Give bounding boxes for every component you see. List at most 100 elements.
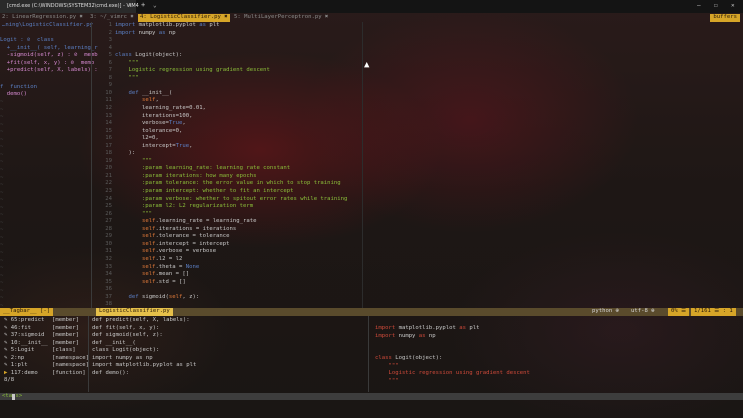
code-line: self.verbose = verbose <box>141 248 217 255</box>
tag-result-row[interactable]: ✎ 10:__init__ [member] def __init__( <box>4 339 136 348</box>
tag-result-row[interactable]: ✎ 2:np [namespace] import numpy as np <box>4 354 153 363</box>
empty-line-marker: ~ <box>0 182 4 189</box>
line-number: 13 <box>105 112 112 119</box>
result-icon: ✎ <box>4 324 11 331</box>
result-kind: [namespace] <box>52 354 90 361</box>
code-line: """ <box>115 74 139 81</box>
tab-logistic-classifier[interactable]: 4: LogisticClassifier.py ✖ <box>138 14 230 22</box>
terminal-tab[interactable]: [cmd.exe (C:\WINDOWS\SYSTEM32\cmd.exe)] … <box>0 0 139 13</box>
line-number: 36 <box>105 286 112 293</box>
empty-line-marker: ~ <box>0 265 4 272</box>
preview-separator <box>368 316 369 392</box>
result-signature: def fit(self, x, y): <box>92 324 160 331</box>
tag-result-row[interactable]: ✎ 37:sigmoid [member] def sigmoid(self, z… <box>4 332 163 340</box>
result-icon: ✎ <box>4 339 11 346</box>
line-number: 19 <box>105 157 112 164</box>
code-line: self.tolerance = tolerance <box>141 233 230 240</box>
colorcolumn <box>362 22 363 308</box>
result-kind: [member] <box>52 317 79 323</box>
tab-dropdown-icon[interactable]: ⌄ <box>153 2 157 10</box>
preview-line: """ <box>375 377 399 384</box>
maximize-button[interactable]: ☐ <box>714 2 718 10</box>
tag-result-row[interactable]: ✎ 5:Logit [class] class Logit(object): <box>4 347 159 355</box>
line-number: 15 <box>105 127 112 134</box>
result-signature: import matplotlib.pyplot as plt <box>92 362 197 369</box>
minimize-button[interactable]: — <box>697 2 701 10</box>
empty-line-marker: ~ <box>0 250 4 256</box>
tab-linear-regression[interactable]: 2: LinearRegression.py ✖ <box>2 14 83 22</box>
preview-line: """ <box>375 362 399 369</box>
code-line: :param learning_rate: learning rate cons… <box>115 165 291 172</box>
tab-multilayer-perceptron[interactable]: 5: MultiLayerPerceptron.py ✖ <box>234 14 328 22</box>
line-number: 27 <box>105 218 112 225</box>
line-number: 22 <box>105 180 112 187</box>
result-name: 117:demo <box>10 369 48 376</box>
line-number: 2 <box>108 29 112 36</box>
code-line: self, <box>141 97 159 104</box>
empty-line-marker: ~ <box>0 212 4 219</box>
result-name: 65:predict <box>10 317 48 323</box>
result-signature: class Logit(object): <box>92 347 160 354</box>
tagbar-item-predict[interactable]: +predict(self, X, labels) : <box>0 67 98 75</box>
line-number-gutter: 1 2 3 4 5 6 7 8 9 10 11 12 13 14 15 16 17 18 19 20 21 22 23 24 2… <box>92 22 112 309</box>
empty-line-marker: ~ <box>0 159 4 166</box>
empty-line-marker: ~ <box>0 174 4 181</box>
line-number: 35 <box>105 278 112 285</box>
code-line: learning_rate=0.01, <box>115 105 206 112</box>
code-line: intercept=True, <box>115 142 193 149</box>
line-number: 30 <box>105 240 112 247</box>
close-tab-icon[interactable]: × <box>128 2 132 10</box>
line-number: 9 <box>108 82 112 89</box>
line-number: 31 <box>105 248 112 255</box>
results-separator <box>88 316 89 392</box>
result-counter: 8/8 <box>4 377 15 383</box>
tagbar-status: __Tagbar__ [-] <box>0 308 54 316</box>
buffers-label: buffers <box>710 14 740 22</box>
empty-line-marker: ~ <box>0 257 4 264</box>
code-line: def __init__( <box>128 89 173 96</box>
tagbar-item-sigmoid[interactable]: -sigmoid(self, z) : ⊘ memb <box>0 52 98 60</box>
result-kind: [namespace] <box>52 362 90 369</box>
tag-result-row[interactable]: ✎ 65:predict [member] def predict(self, X… <box>4 317 190 325</box>
line-number: 8 <box>108 74 112 81</box>
line-number: 33 <box>105 263 112 270</box>
tagbar-item-logit[interactable]: Logit : ⊘ class <box>0 37 54 45</box>
mouse-pointer-icon: ▲ <box>364 60 370 70</box>
code-line: """ <box>115 157 153 164</box>
code-line: class Logit(object): <box>115 52 183 59</box>
result-name: 10:__init__ <box>10 339 48 346</box>
line-number: 20 <box>105 165 112 172</box>
code-line: self.mean = [] <box>141 271 190 278</box>
line-number: 32 <box>105 255 112 262</box>
status-percent: 0% ☰ <box>668 308 690 316</box>
result-kind: [member] <box>52 332 79 339</box>
result-icon: ✎ <box>4 347 11 354</box>
line-number: 26 <box>105 210 112 217</box>
result-icon: ▶ <box>4 369 11 376</box>
result-kind: [member] <box>52 324 79 331</box>
code-line: Logistic regression using gradient desce… <box>115 67 270 74</box>
tag-result-row[interactable]: ✎ 1:plt [namespace] import matplotlib.pyp… <box>4 362 196 370</box>
tab-vimrc[interactable]: 3: ~/_vimrc ✖ <box>90 14 134 22</box>
result-icon: ✎ <box>4 354 11 361</box>
preview-line: Logistic regression using gradient desce… <box>375 370 530 377</box>
line-number: 6 <box>108 59 112 66</box>
empty-line-marker: ~ <box>0 144 4 151</box>
result-icon: ✎ <box>4 317 11 323</box>
line-number: 16 <box>105 135 112 142</box>
result-kind: [function] <box>52 369 86 376</box>
code-line: :param tolerance: the error value in whi… <box>115 180 341 187</box>
line-number: 12 <box>105 105 112 112</box>
code-line: self.l2 = l2 <box>141 255 183 262</box>
code-editor[interactable]: import matplotlib.pyplot as plt import nu… <box>115 22 347 301</box>
tag-result-row[interactable]: ✎ 46:fit [member] def fit(self, x, y): <box>4 324 159 333</box>
line-number: 25 <box>105 203 112 210</box>
close-button[interactable]: ✕ <box>731 2 735 10</box>
code-line: self.theta = None <box>141 263 200 270</box>
new-tab-button[interactable]: + <box>141 1 145 10</box>
tagbar-item-demo[interactable]: demo() <box>0 91 27 99</box>
line-number: 34 <box>105 271 112 278</box>
